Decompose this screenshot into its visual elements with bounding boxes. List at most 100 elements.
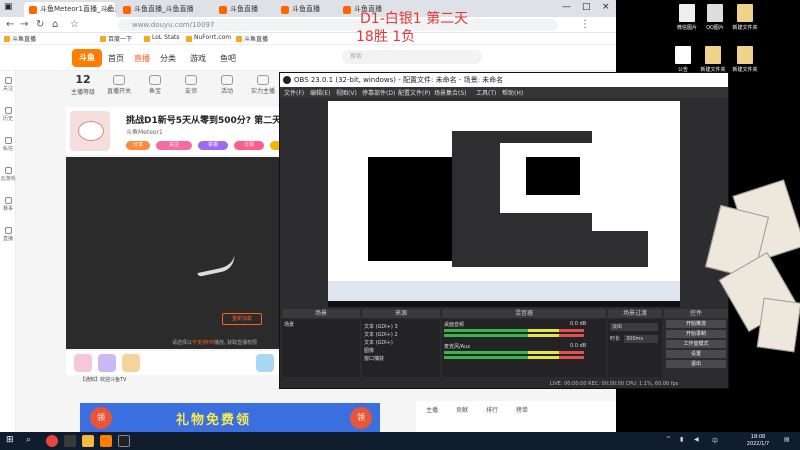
sidebar-item-live[interactable]: 直播 [0, 227, 16, 242]
sidebar-item-history[interactable]: 历史 [0, 107, 16, 122]
subscribe-button[interactable]: 订阅 [234, 141, 264, 150]
bookmark-item[interactable]: 斗鱼直播 [4, 34, 36, 43]
maximize-icon[interactable]: □ [582, 2, 591, 12]
forward-icon[interactable]: → [20, 19, 28, 30]
anchor-level[interactable]: 12 主播等级 [66, 73, 100, 96]
desktop-icon[interactable]: QQ图片 [698, 4, 732, 31]
menu-help[interactable]: 帮助(H) [502, 88, 523, 97]
tab-3[interactable]: 斗鱼直播 [214, 2, 274, 17]
tray-arrow-icon[interactable]: ^ [666, 436, 671, 443]
side-tab[interactable]: 主播 [426, 405, 438, 414]
anchor-name[interactable]: 斗鱼Meteor1 [126, 127, 163, 136]
nav-live[interactable]: 直播 [134, 53, 150, 64]
nav-category[interactable]: 分类 [160, 53, 176, 64]
friends[interactable]: 友邻 [174, 73, 208, 95]
obs-icon[interactable] [118, 435, 130, 447]
reload-player-button[interactable]: 重新加载 [222, 313, 262, 325]
folder-icon[interactable] [82, 435, 94, 447]
sidebar-item-messages[interactable]: 私信 [0, 137, 16, 152]
url-input[interactable]: www.douyu.com/10097 [118, 19, 558, 31]
chrome-icon[interactable] [46, 435, 58, 447]
desktop-icon[interactable]: 公告 [666, 46, 700, 73]
side-tab[interactable]: 排行 [486, 405, 498, 414]
source-item[interactable]: 文本 (GDI+) [364, 339, 393, 346]
home-icon[interactable]: ⌂ [52, 19, 58, 30]
report-button[interactable]: 举报 [198, 141, 228, 150]
nav-games[interactable]: 游戏 [190, 53, 206, 64]
side-tab[interactable]: 榜单 [516, 405, 528, 414]
gift-item-icon[interactable] [256, 354, 274, 372]
nav-home[interactable]: 首页 [108, 53, 124, 64]
live-switch[interactable]: 直播开关 [102, 73, 136, 95]
ad-banner[interactable]: 领 礼物免费领 领 [80, 403, 380, 432]
strength-anchor[interactable]: 实力主播 [246, 73, 280, 95]
bookmark-item[interactable]: 百度一下 [100, 34, 132, 43]
tab-4[interactable]: 斗鱼直播 [276, 2, 336, 17]
bookmark-item[interactable]: NuForrt.com [186, 34, 231, 42]
system-clock[interactable]: 18:08 2022/1/7 [744, 434, 772, 448]
douyu-icon[interactable] [100, 435, 112, 447]
preview-desktop [592, 101, 680, 231]
source-item[interactable]: 文本 (GDI+) 2 [364, 331, 398, 338]
douyu-logo[interactable]: 斗鱼 [72, 49, 102, 67]
activity[interactable]: 活动 [210, 73, 244, 95]
duration-input[interactable]: 300ms [624, 335, 658, 343]
tab-douyu-active[interactable]: 斗鱼Meteor1直播_斗鱼直播 × [24, 2, 116, 17]
search-input[interactable]: 搜索 [342, 50, 482, 64]
nav-fishbar[interactable]: 鱼吧 [220, 53, 236, 64]
gift-item-icon[interactable] [122, 354, 140, 372]
sidebar-item-cloud-game[interactable]: 云游戏 [0, 167, 16, 182]
notification-icon[interactable]: ▤ [784, 436, 790, 443]
close-window-icon[interactable]: × [602, 2, 610, 12]
share-button[interactable]: 分享 [126, 141, 150, 150]
bookmark-star-icon[interactable]: ☆ [70, 19, 79, 30]
windows-start-icon[interactable]: ⊞ [6, 435, 14, 445]
menu-profile[interactable]: 配置文件(P) [398, 88, 430, 97]
fish-treasure[interactable]: 鱼宝 [138, 73, 172, 95]
tab-2[interactable]: 斗鱼直播_斗鱼直播 [118, 2, 212, 17]
desktop-icon[interactable]: 新建文件夹 [696, 46, 730, 73]
search-icon[interactable]: ⌕ [26, 435, 31, 445]
desktop-icon[interactable]: 新建文件夹 [728, 46, 762, 73]
start-recording-button[interactable]: 开始录制 [666, 330, 726, 338]
gift-item-icon[interactable] [74, 354, 92, 372]
exit-button[interactable]: 退出 [666, 360, 726, 368]
menu-edit[interactable]: 编辑(E) [310, 88, 330, 97]
avatar[interactable] [70, 111, 110, 151]
start-streaming-button[interactable]: 开始推流 [666, 320, 726, 328]
menu-tools[interactable]: 工具(T) [476, 88, 496, 97]
extensions-icon[interactable]: ⋮ [580, 19, 590, 30]
back-icon[interactable]: ← [6, 19, 14, 30]
video-player[interactable]: 重新加载 请选择以不支持H5播放, 获取直播权限 [66, 157, 280, 349]
menu-view[interactable]: 视图(V) [336, 88, 357, 97]
minimize-icon[interactable]: — [562, 2, 571, 12]
menu-file[interactable]: 文件(F) [284, 88, 304, 97]
follow-button[interactable]: 关注 [156, 141, 192, 150]
menu-docks[interactable]: 停靠部件(D) [362, 88, 395, 97]
desktop-icon[interactable]: 新建文件夹 [728, 4, 762, 31]
studio-mode-button[interactable]: 工作室模式 [666, 340, 726, 348]
gift-item-icon[interactable] [98, 354, 116, 372]
menu-scene-collection[interactable]: 场景集合(S) [434, 88, 467, 97]
sidebar-item-follow[interactable]: 关注 [0, 77, 16, 92]
source-item[interactable]: 图像 [364, 347, 374, 354]
network-icon[interactable]: ▮ [680, 436, 683, 443]
close-tab-icon[interactable]: × [105, 2, 112, 17]
volume-icon[interactable]: ◀ [694, 436, 699, 443]
side-tab[interactable]: 贡献 [456, 405, 468, 414]
source-item[interactable]: 文本 (GDI+) 3 [364, 323, 398, 330]
obs-preview[interactable] [328, 101, 680, 307]
overlay-title: D1-白银1 第二天 [360, 11, 469, 27]
reload-icon[interactable]: ↻ [36, 19, 44, 30]
bookmark-item[interactable]: LoL Stats [144, 34, 179, 42]
sidebar-item-events[interactable]: 赛事 [0, 197, 16, 212]
source-item[interactable]: 窗口捕获 [364, 355, 384, 362]
transition-select[interactable]: 淡出 [610, 323, 658, 331]
ime-indicator[interactable]: 中 [712, 436, 718, 445]
app-icon[interactable] [64, 435, 76, 447]
browser-menu-icon[interactable]: ▣ [4, 2, 13, 12]
bookmark-item[interactable]: 斗鱼直播 [236, 34, 268, 43]
settings-button[interactable]: 设置 [666, 350, 726, 358]
scenes-list[interactable]: 场景 [282, 319, 360, 377]
scene-item[interactable]: 场景 [284, 321, 294, 328]
